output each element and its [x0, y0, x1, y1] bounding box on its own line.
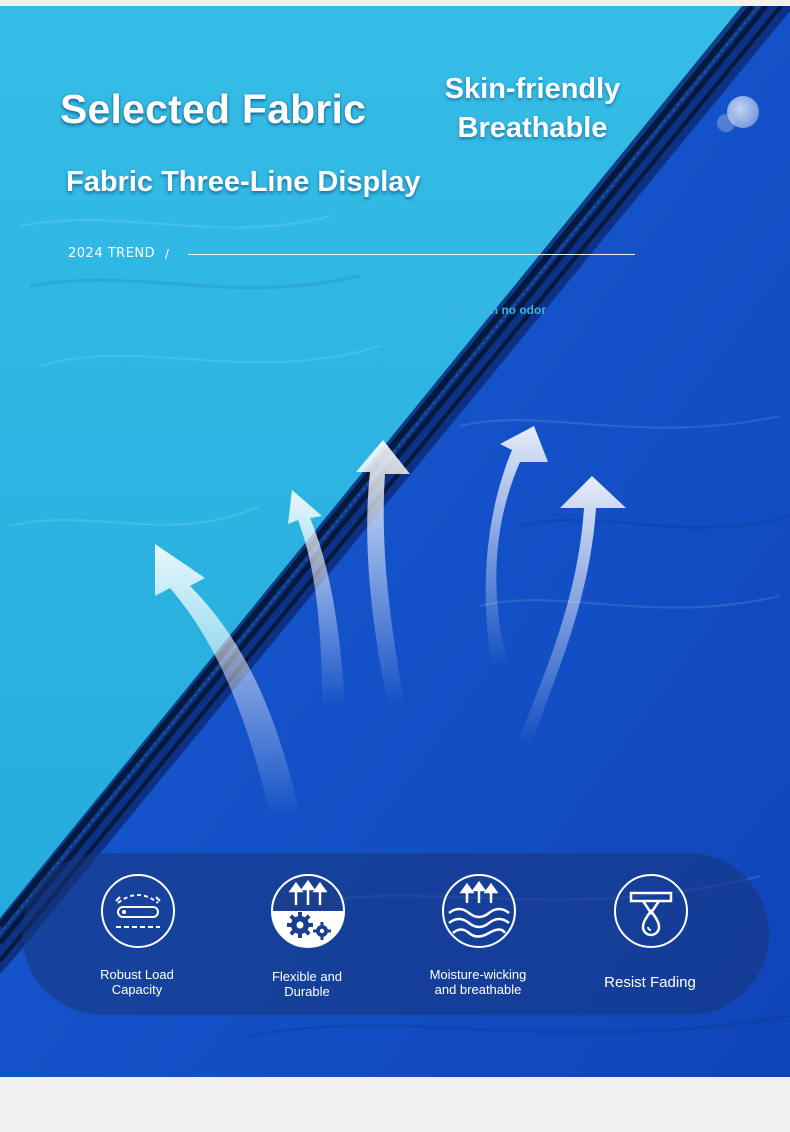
drop-shield-icon: [614, 874, 688, 948]
feature-label-line-1: Moisture-wicking: [429, 967, 527, 982]
description: comfortable with no odor: [72, 303, 632, 317]
gears-arrows-icon: [271, 874, 345, 948]
tagline: Skin-friendly Breathable: [430, 70, 635, 148]
feature-label: Resist Fading: [565, 975, 735, 990]
page-title: Selected Fabric: [60, 86, 367, 132]
trend-separator: /: [165, 246, 169, 262]
feature-label: Flexible and Durable: [222, 969, 392, 999]
feature-moisture-wicking: Moisture-wicking and breathable: [393, 853, 563, 1015]
description-text: comfortable with no odor: [402, 303, 546, 317]
feature-label: Robust Load Capacity: [52, 967, 222, 997]
subtitle: Fabric Three-Line Display: [66, 166, 421, 198]
feature-flexible-durable: Flexible and Durable: [222, 853, 392, 1015]
feature-label: Moisture-wicking and breathable: [393, 967, 563, 997]
feature-label-line-2: Capacity: [111, 982, 163, 997]
page: Selected Fabric Skin-friendly Breathable…: [0, 0, 790, 1132]
trend-divider: [188, 254, 635, 255]
feature-label-line-2: Durable: [284, 984, 330, 999]
tagline-line-2: Breathable: [457, 112, 608, 144]
feature-robust-load: Robust Load Capacity: [52, 853, 222, 1015]
tagline-line-1: Skin-friendly: [444, 73, 621, 105]
waves-arrows-icon: [442, 874, 516, 948]
feature-label-line-2: and breathable: [434, 982, 522, 997]
trend-label: 2024 TREND: [68, 246, 156, 261]
feature-label-line-1: Flexible and: [271, 969, 343, 984]
feature-resist-fading: Resist Fading: [565, 853, 735, 1015]
hero-banner: Selected Fabric Skin-friendly Breathable…: [0, 6, 790, 1077]
feature-label-line-1: Resist Fading: [604, 974, 696, 991]
decorative-bubble-small: [717, 114, 735, 132]
rolled-hammock-icon: [101, 874, 175, 948]
features-panel: Robust Load Capacity Flexible and Durabl…: [22, 853, 769, 1015]
feature-label-line-1: Robust Load: [100, 967, 174, 982]
